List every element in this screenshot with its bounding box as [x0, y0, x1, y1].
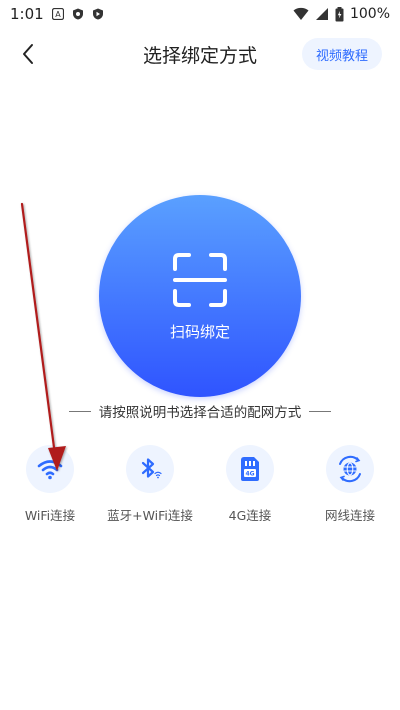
scan-icon: [173, 252, 227, 307]
sim-card-icon: 4G: [226, 445, 274, 493]
option-label: 蓝牙+WiFi连接: [107, 508, 193, 523]
option-4g[interactable]: 4G 4G连接: [200, 445, 300, 524]
back-button[interactable]: [14, 40, 42, 68]
divider-left: [68, 410, 91, 412]
divider-right: [309, 410, 332, 412]
svg-text:A: A: [55, 10, 61, 19]
notification-shield-icon: [72, 8, 84, 20]
notification-play-icon: [92, 8, 104, 20]
wifi-icon: [293, 7, 309, 21]
battery-level: 100%: [349, 6, 390, 22]
connection-options: WiFi连接 蓝牙+WiFi连接 4G 4G连接 网线连接: [0, 445, 400, 525]
scan-bind-label: 扫码绑定: [169, 322, 230, 341]
option-bluetooth-wifi[interactable]: 蓝牙+WiFi连接: [100, 445, 200, 524]
scan-bind-button[interactable]: 扫码绑定: [99, 195, 301, 397]
video-tutorial-button[interactable]: 视频教程: [301, 38, 382, 70]
status-left: 1:01 A: [10, 5, 104, 23]
signal-icon: [315, 7, 329, 21]
option-ethernet[interactable]: 网线连接: [300, 445, 400, 524]
option-wifi[interactable]: WiFi连接: [0, 445, 100, 524]
instruction-text: 请按照说明书选择合适的配网方式: [98, 405, 302, 421]
status-time: 1:01: [10, 5, 44, 23]
option-label: 网线连接: [324, 508, 375, 523]
wifi-icon: [26, 445, 74, 493]
instruction-row: 请按照说明书选择合适的配网方式: [0, 401, 400, 421]
bluetooth-icon: [126, 445, 174, 493]
header: 选择绑定方式 视频教程: [0, 28, 400, 80]
status-bar: 1:01 A 100%: [0, 0, 400, 28]
notification-a-icon: A: [51, 8, 64, 20]
battery-icon: [335, 6, 344, 22]
option-label: WiFi连接: [24, 508, 76, 523]
option-label: 4G连接: [228, 508, 272, 523]
status-right: 100%: [293, 6, 390, 22]
ethernet-icon: [326, 445, 374, 493]
chevron-left-icon: [23, 44, 33, 64]
svg-text:4G: 4G: [245, 471, 254, 478]
